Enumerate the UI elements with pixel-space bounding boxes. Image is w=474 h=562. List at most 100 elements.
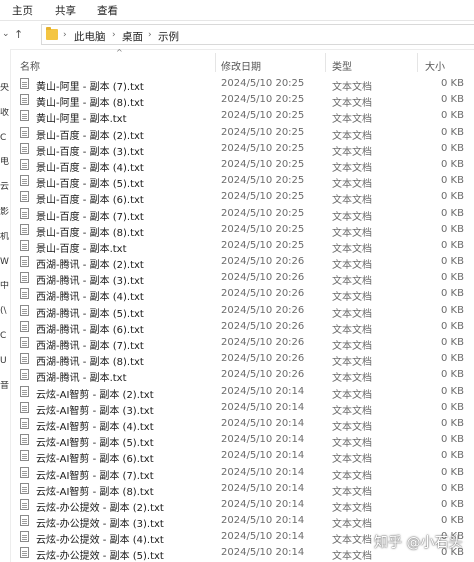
file-type: 文本文档 xyxy=(332,324,372,336)
file-name: 黄山-阿里 - 副本 (7).txt xyxy=(36,82,144,93)
table-row[interactable]: 云炫-AI智剪 - 副本 (2).txt 2024/5/10 20:14 文本文档 0… xyxy=(11,384,474,401)
table-row[interactable]: 景山-百度 - 副本 (5).txt 2024/5/10 20:25 文本文档 0 K… xyxy=(11,173,474,190)
table-row[interactable]: 云炫-AI智剪 - 副本 (6).txt 2024/5/10 20:14 文本文档 0… xyxy=(11,448,474,466)
table-row[interactable]: 景山-百度 - 副本 (7).txt 2024/5/10 20:25 文本文档 0 K… xyxy=(11,206,474,223)
column-header-size[interactable]: 大小 xyxy=(425,58,445,73)
file-name: 西湖-腾讯 - 副本 (7).txt xyxy=(36,341,144,352)
ribbon-tabs: 主页 共享 查看 xyxy=(0,0,474,21)
table-row[interactable]: 黄山-阿里 - 副本.txt 2024/5/10 20:25 文本文档 0 KB xyxy=(11,108,474,125)
navigation-item-clipped[interactable]: C xyxy=(0,133,10,143)
column-divider[interactable] xyxy=(325,53,326,72)
file-size: 0 KB xyxy=(441,515,464,527)
file-type: 文本文档 xyxy=(332,98,372,110)
text-file-icon xyxy=(20,353,29,365)
file-name: 云炫-办公提效 - 副本 (3).txt xyxy=(36,519,164,531)
file-type: 文本文档 xyxy=(332,227,372,239)
text-file-icon xyxy=(20,385,29,397)
navigation-item-clipped[interactable]: 云 xyxy=(0,182,10,192)
recent-locations-chevron-icon[interactable]: ⌄ xyxy=(2,29,10,39)
tab-view[interactable]: 查看 xyxy=(97,3,118,18)
file-name: 云炫-AI智剪 - 副本 (2).txt xyxy=(36,389,154,401)
navigation-item-clipped[interactable]: 中 xyxy=(0,281,10,291)
file-name: 景山-百度 - 副本.txt xyxy=(36,243,127,255)
table-row[interactable]: 西湖-腾讯 - 副本 (3).txt 2024/5/10 20:26 文本文档 0 K… xyxy=(11,270,474,287)
breadcrumb-chevron-icon[interactable]: › xyxy=(63,30,67,40)
table-row[interactable]: 西湖-腾讯 - 副本 (2).txt 2024/5/10 20:26 文本文档 0 K… xyxy=(11,254,474,271)
table-row[interactable]: 西湖-腾讯 - 副本 (6).txt 2024/5/10 20:26 文本文档 0 K… xyxy=(11,319,474,336)
file-size: 0 KB xyxy=(441,256,464,268)
text-file-icon xyxy=(20,434,29,446)
breadcrumb-this-pc[interactable]: 此电脑 xyxy=(74,29,106,44)
file-size: 0 KB xyxy=(441,337,464,348)
tab-share[interactable]: 共享 xyxy=(55,3,76,18)
text-file-icon xyxy=(20,401,29,413)
file-size: 0 KB xyxy=(441,417,464,429)
column-header-name[interactable]: 名称 xyxy=(20,58,40,73)
navigation-item-clipped[interactable]: 音 xyxy=(0,381,10,391)
breadcrumb-example[interactable]: 示例 xyxy=(158,29,179,44)
column-header-date[interactable]: 修改日期 xyxy=(221,58,261,73)
navigation-item-clipped[interactable]: (\ xyxy=(0,306,10,316)
file-list[interactable]: ^ 名称 修改日期 类型 大小 黄山-阿里 - 副本 (7).txt 2024/5… xyxy=(11,49,474,562)
table-row[interactable]: 云炫-AI智剪 - 副本 (3).txt 2024/5/10 20:14 文本文档 0… xyxy=(11,400,474,417)
file-name: 西湖-腾讯 - 副本.txt xyxy=(36,373,127,385)
table-row[interactable]: 景山-百度 - 副本 (2).txt 2024/5/10 20:25 文本文档 0 K… xyxy=(11,125,474,142)
navigation-item-clipped[interactable]: 电 xyxy=(0,157,10,167)
table-row[interactable]: 云炫-办公提效 - 副本 (2).txt 2024/5/10 20:14 文本文档 0… xyxy=(11,497,474,514)
table-row[interactable]: 景山-百度 - 副本 (4).txt 2024/5/10 20:25 文本文档 0 K… xyxy=(11,157,474,174)
navigation-item-clipped[interactable]: 机 xyxy=(0,232,10,242)
file-name: 西湖-腾讯 - 副本 (5).txt xyxy=(36,308,144,320)
table-row[interactable]: 景山-百度 - 副本.txt 2024/5/10 20:25 文本文档 0 KB xyxy=(11,238,474,255)
file-name: 景山-百度 - 副本 (3).txt xyxy=(36,146,144,158)
table-row[interactable]: 西湖-腾讯 - 副本.txt 2024/5/10 20:26 文本文档 0 KB xyxy=(11,367,474,385)
table-row[interactable]: 黄山-阿里 - 副本 (7).txt 2024/5/10 20:25 文本文档 0 K… xyxy=(11,76,474,93)
text-file-icon xyxy=(20,337,29,348)
table-row[interactable]: 景山-百度 - 副本 (8).txt 2024/5/10 20:25 文本文档 0 K… xyxy=(11,222,474,239)
file-size: 0 KB xyxy=(441,385,464,397)
file-name: 景山-百度 - 副本 (6).txt xyxy=(36,195,144,207)
navigation-item-clipped[interactable]: 央 xyxy=(0,83,10,93)
file-type: 文本文档 xyxy=(332,454,372,466)
file-type: 文本文档 xyxy=(332,357,372,369)
table-row[interactable]: 西湖-腾讯 - 副本 (7).txt 2024/5/10 20:26 文本文档 0 K… xyxy=(11,335,474,352)
table-row[interactable]: 景山-百度 - 副本 (3).txt 2024/5/10 20:25 文本文档 0 K… xyxy=(11,141,474,158)
up-arrow-icon[interactable]: ↑ xyxy=(14,28,23,41)
table-row[interactable]: 黄山-阿里 - 副本 (8).txt 2024/5/10 20:25 文本文档 0 K… xyxy=(11,92,474,110)
file-size: 0 KB xyxy=(441,94,464,106)
table-row[interactable]: 云炫-AI智剪 - 副本 (4).txt 2024/5/10 20:14 文本文档 0… xyxy=(11,416,474,433)
navigation-item-clipped[interactable]: 影 xyxy=(0,207,10,217)
table-row[interactable]: 景山-百度 - 副本 (6).txt 2024/5/10 20:25 文本文档 0 K… xyxy=(11,189,474,207)
table-row[interactable]: 云炫-AI智剪 - 副本 (5).txt 2024/5/10 20:14 文本文档 0… xyxy=(11,432,474,449)
file-date: 2024/5/10 20:14 xyxy=(221,531,305,543)
navigation-item-clipped[interactable]: U xyxy=(0,356,10,366)
file-date: 2024/5/10 20:25 xyxy=(221,175,305,187)
navigation-item-clipped[interactable]: 收 xyxy=(0,108,10,118)
navigation-pane[interactable]: 央收 C 电云影机 W 中 (\ C U 音 xyxy=(0,49,11,562)
tab-home[interactable]: 主页 xyxy=(12,3,33,18)
file-name: 云炫-办公提效 - 副本 (5).txt xyxy=(36,551,164,562)
navigation-item-clipped[interactable]: C xyxy=(0,331,10,341)
breadcrumb-desktop[interactable]: 桌面 xyxy=(122,29,143,44)
file-size: 0 KB xyxy=(441,304,464,316)
file-type: 文本文档 xyxy=(332,341,372,352)
table-row[interactable]: 云炫-AI智剪 - 副本 (7).txt 2024/5/10 20:14 文本文档 0… xyxy=(11,465,474,482)
column-header-type[interactable]: 类型 xyxy=(332,58,352,73)
text-file-icon xyxy=(20,223,29,235)
file-size: 0 KB xyxy=(441,142,464,154)
file-size: 0 KB xyxy=(441,401,464,413)
breadcrumb-chevron-icon[interactable]: › xyxy=(148,30,152,40)
text-file-icon xyxy=(20,482,29,494)
address-bar[interactable]: › 此电脑 › 桌面 › 示例 xyxy=(41,24,474,45)
table-row[interactable]: 西湖-腾讯 - 副本 (5).txt 2024/5/10 20:26 文本文档 0 K… xyxy=(11,303,474,320)
file-type: 文本文档 xyxy=(332,211,372,223)
file-date: 2024/5/10 20:14 xyxy=(221,498,305,510)
table-row[interactable]: 西湖-腾讯 - 副本 (4).txt 2024/5/10 20:26 文本文档 0 K… xyxy=(11,286,474,303)
column-divider[interactable] xyxy=(215,53,216,72)
file-name: 云炫-AI智剪 - 副本 (3).txt xyxy=(36,405,154,417)
table-row[interactable]: 云炫-AI智剪 - 副本 (8).txt 2024/5/10 20:14 文本文档 0… xyxy=(11,481,474,498)
table-row[interactable]: 云炫-办公提效 - 副本 (3).txt 2024/5/10 20:14 文本文档 0… xyxy=(11,513,474,531)
breadcrumb-chevron-icon[interactable]: › xyxy=(112,30,116,40)
table-row[interactable]: 西湖-腾讯 - 副本 (8).txt 2024/5/10 20:26 文本文档 0 K… xyxy=(11,351,474,369)
column-divider[interactable] xyxy=(417,53,418,72)
navigation-item-clipped[interactable]: W xyxy=(0,257,10,267)
